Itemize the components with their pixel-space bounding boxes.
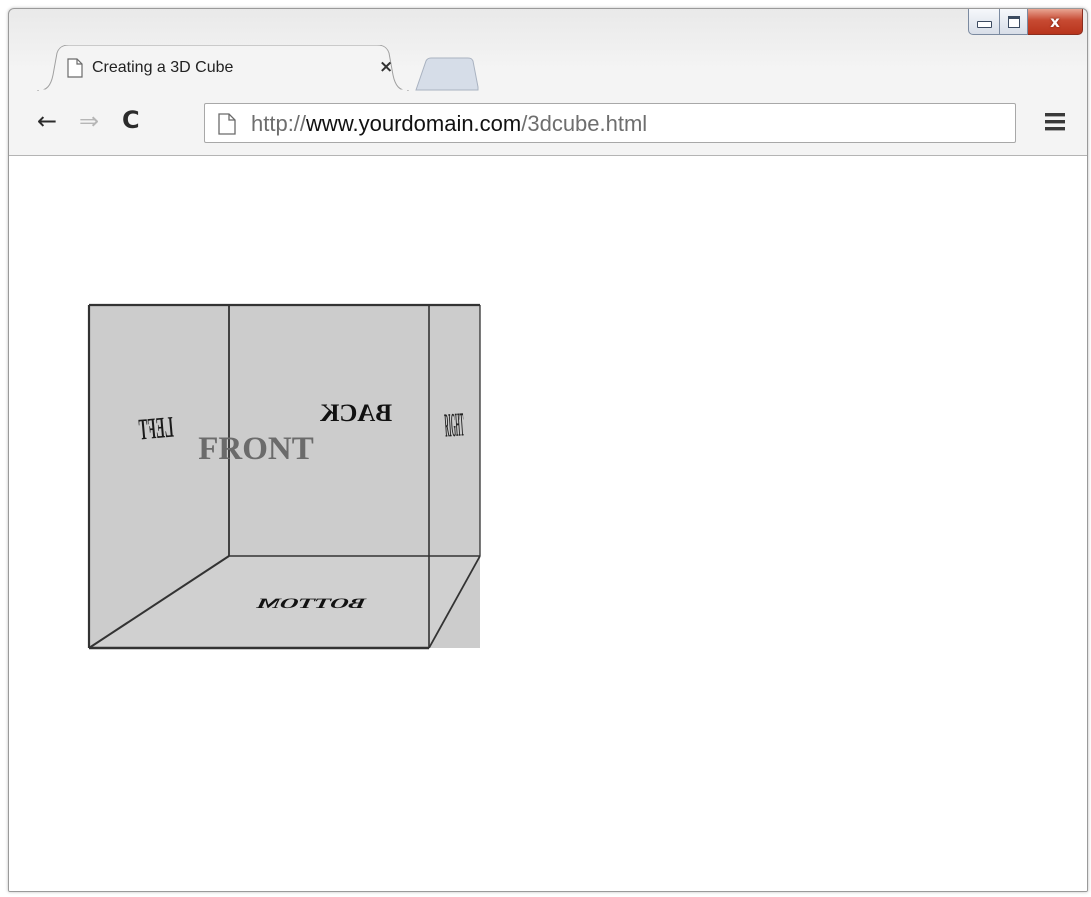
page-content: BACK LEFT RIGHT BOTTOM FRONT [9, 156, 1087, 891]
left-face-label: LEFT [137, 411, 175, 448]
url-path: /3dcube.html [521, 111, 648, 136]
url-scheme: http:// [251, 111, 307, 136]
tab-title: Creating a 3D Cube [92, 59, 234, 76]
svg-text:LEFT: LEFT [137, 411, 175, 448]
forward-button[interactable]: ⇒ [79, 107, 99, 135]
svg-text:BACK: BACK [319, 400, 392, 427]
back-face-label: BACK [319, 400, 392, 427]
back-button[interactable]: ← [37, 107, 57, 135]
close-icon: x [1050, 12, 1060, 31]
url-text: http://www.yourdomain.com/3dcube.html [251, 111, 647, 137]
address-bar[interactable]: http://www.yourdomain.com/3dcube.html [204, 103, 1016, 143]
right-face-label: RIGHT [443, 406, 465, 445]
hamburger-menu-icon[interactable] [1045, 113, 1065, 131]
url-host: www.yourdomain.com [306, 111, 522, 136]
page-icon [218, 113, 236, 135]
window-caption-buttons: x [968, 9, 1083, 35]
maximize-icon [1007, 15, 1020, 28]
browser-toolbar: ← ⇒ C http://www.yourdomain.com/3dcube.h… [9, 91, 1087, 156]
reload-button[interactable]: C [122, 106, 140, 134]
front-face-label: FRONT [198, 431, 314, 467]
minimize-button[interactable] [968, 9, 1000, 35]
svg-text:BOTTOM: BOTTOM [254, 596, 369, 612]
svg-text:RIGHT: RIGHT [443, 406, 465, 445]
tab-close-button[interactable]: × [379, 57, 393, 77]
bottom-face-label: BOTTOM [254, 596, 369, 612]
page-icon [67, 58, 83, 78]
tab-active[interactable]: Creating a 3D Cube × [37, 45, 410, 91]
maximize-button[interactable] [1000, 9, 1028, 35]
minimize-icon [976, 21, 992, 28]
new-tab-button[interactable] [414, 57, 480, 91]
close-window-button[interactable]: x [1028, 9, 1083, 35]
browser-window: x Creating a 3D Cube × ← ⇒ C http://www.… [8, 8, 1088, 892]
cube-3d: BACK LEFT RIGHT BOTTOM FRONT [87, 303, 481, 650]
